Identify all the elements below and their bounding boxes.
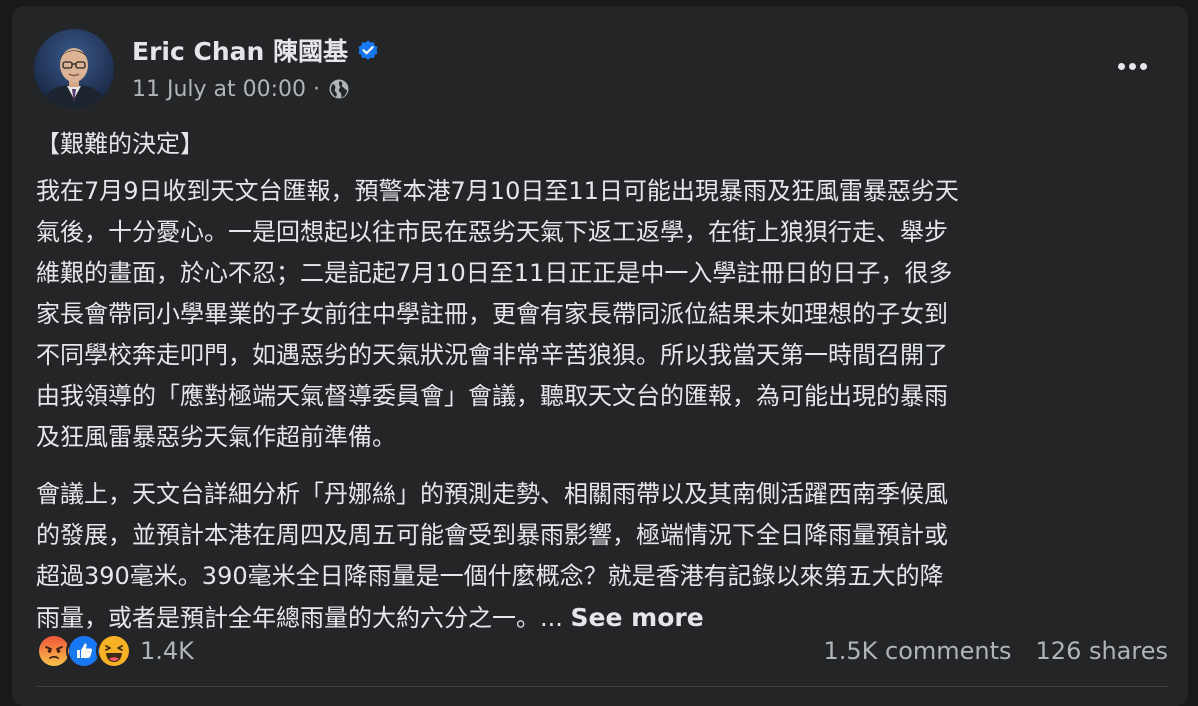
comments-count-link[interactable]: 1.5K comments [823,637,1011,665]
paragraph-2: 會議上，天文台詳細分析「丹娜絲」的預測走勢、相關雨帶以及其南側活躍西南季候風 的… [36,474,1174,639]
shares-count-link[interactable]: 126 shares [1036,637,1168,665]
haha-reaction-icon [96,633,132,669]
verified-badge-icon [358,40,378,60]
text-line: 家長會帶同小學畢業的子女前往中學註冊，更會有家長帶同派位結果未如理想的子女到 [36,300,948,328]
text-line: 我在7月9日收到天文台匯報，預警本港7月10日至11日可能出現暴雨及狂風雷暴惡劣… [36,177,959,205]
post-footer: 1.4K 1.5K comments 126 shares [36,633,1168,669]
text-line: 氣後，十分憂心。一是回想起以往市民在惡劣天氣下返工返學，在街上狼狽行走、舉步 [36,218,948,246]
post-meta: 11 July at 00:00 · [132,74,350,104]
reaction-count[interactable]: 1.4K [140,637,194,665]
profile-photo [34,29,114,109]
footer-divider [36,686,1168,687]
text-line: 維艱的畫面，於心不忍；二是記起7月10日至11日正正是中一入學註冊日的日子，很多 [36,259,953,287]
avatar[interactable] [34,29,114,109]
text-line: 的發展，並預計本港在周四及周五可能會受到暴雨影響，極端情況下全日降雨量預計或 [36,521,948,549]
post-body: 【艱難的決定】 我在7月9日收到天文台匯報，預警本港7月10日至11日可能出現暴… [36,124,1174,639]
see-more-link[interactable]: See more [571,603,704,632]
text-line: 及狂風雷暴惡劣天氣作超前準備。 [36,423,396,451]
post-timestamp[interactable]: 11 July at 00:00 · [132,77,320,102]
paragraph-1: 我在7月9日收到天文台匯報，預警本港7月10日至11日可能出現暴雨及狂風雷暴惡劣… [36,171,1174,458]
author-name[interactable]: Eric Chan 陳國基 [132,32,348,68]
more-options-dot [1139,62,1147,70]
reactions-summary[interactable] [36,633,132,669]
more-options-button[interactable] [1110,54,1154,78]
text-line: 由我領導的「應對極端天氣督導委員會」會議，聽取天文台的匯報，為可能出現的暴雨 [36,382,948,410]
post-card: Eric Chan 陳國基 11 July at 00:00 · 【艱難的決定】… [12,6,1188,706]
globe-icon [329,79,349,99]
post-title: 【艱難的決定】 [36,130,204,158]
author-row: Eric Chan 陳國基 [132,32,380,68]
more-options-dot [1117,62,1125,70]
more-options-dot [1128,62,1136,70]
text-line: 會議上，天文台詳細分析「丹娜絲」的預測走勢、相關雨帶以及其南側活躍西南季候風 [36,480,948,508]
text-line: 不同學校奔走叩門，如遇惡劣的天氣狀況會非常辛苦狼狽。所以我當天第一時間召開了 [36,341,948,369]
text-line: 超過390毫米。390毫米全日降雨量是一個什麼概念？就是香港有記錄以來第五大的降 [36,562,944,590]
text-line-tail: 雨量，或者是預計全年總雨量的大約六分之一。... [36,604,563,632]
